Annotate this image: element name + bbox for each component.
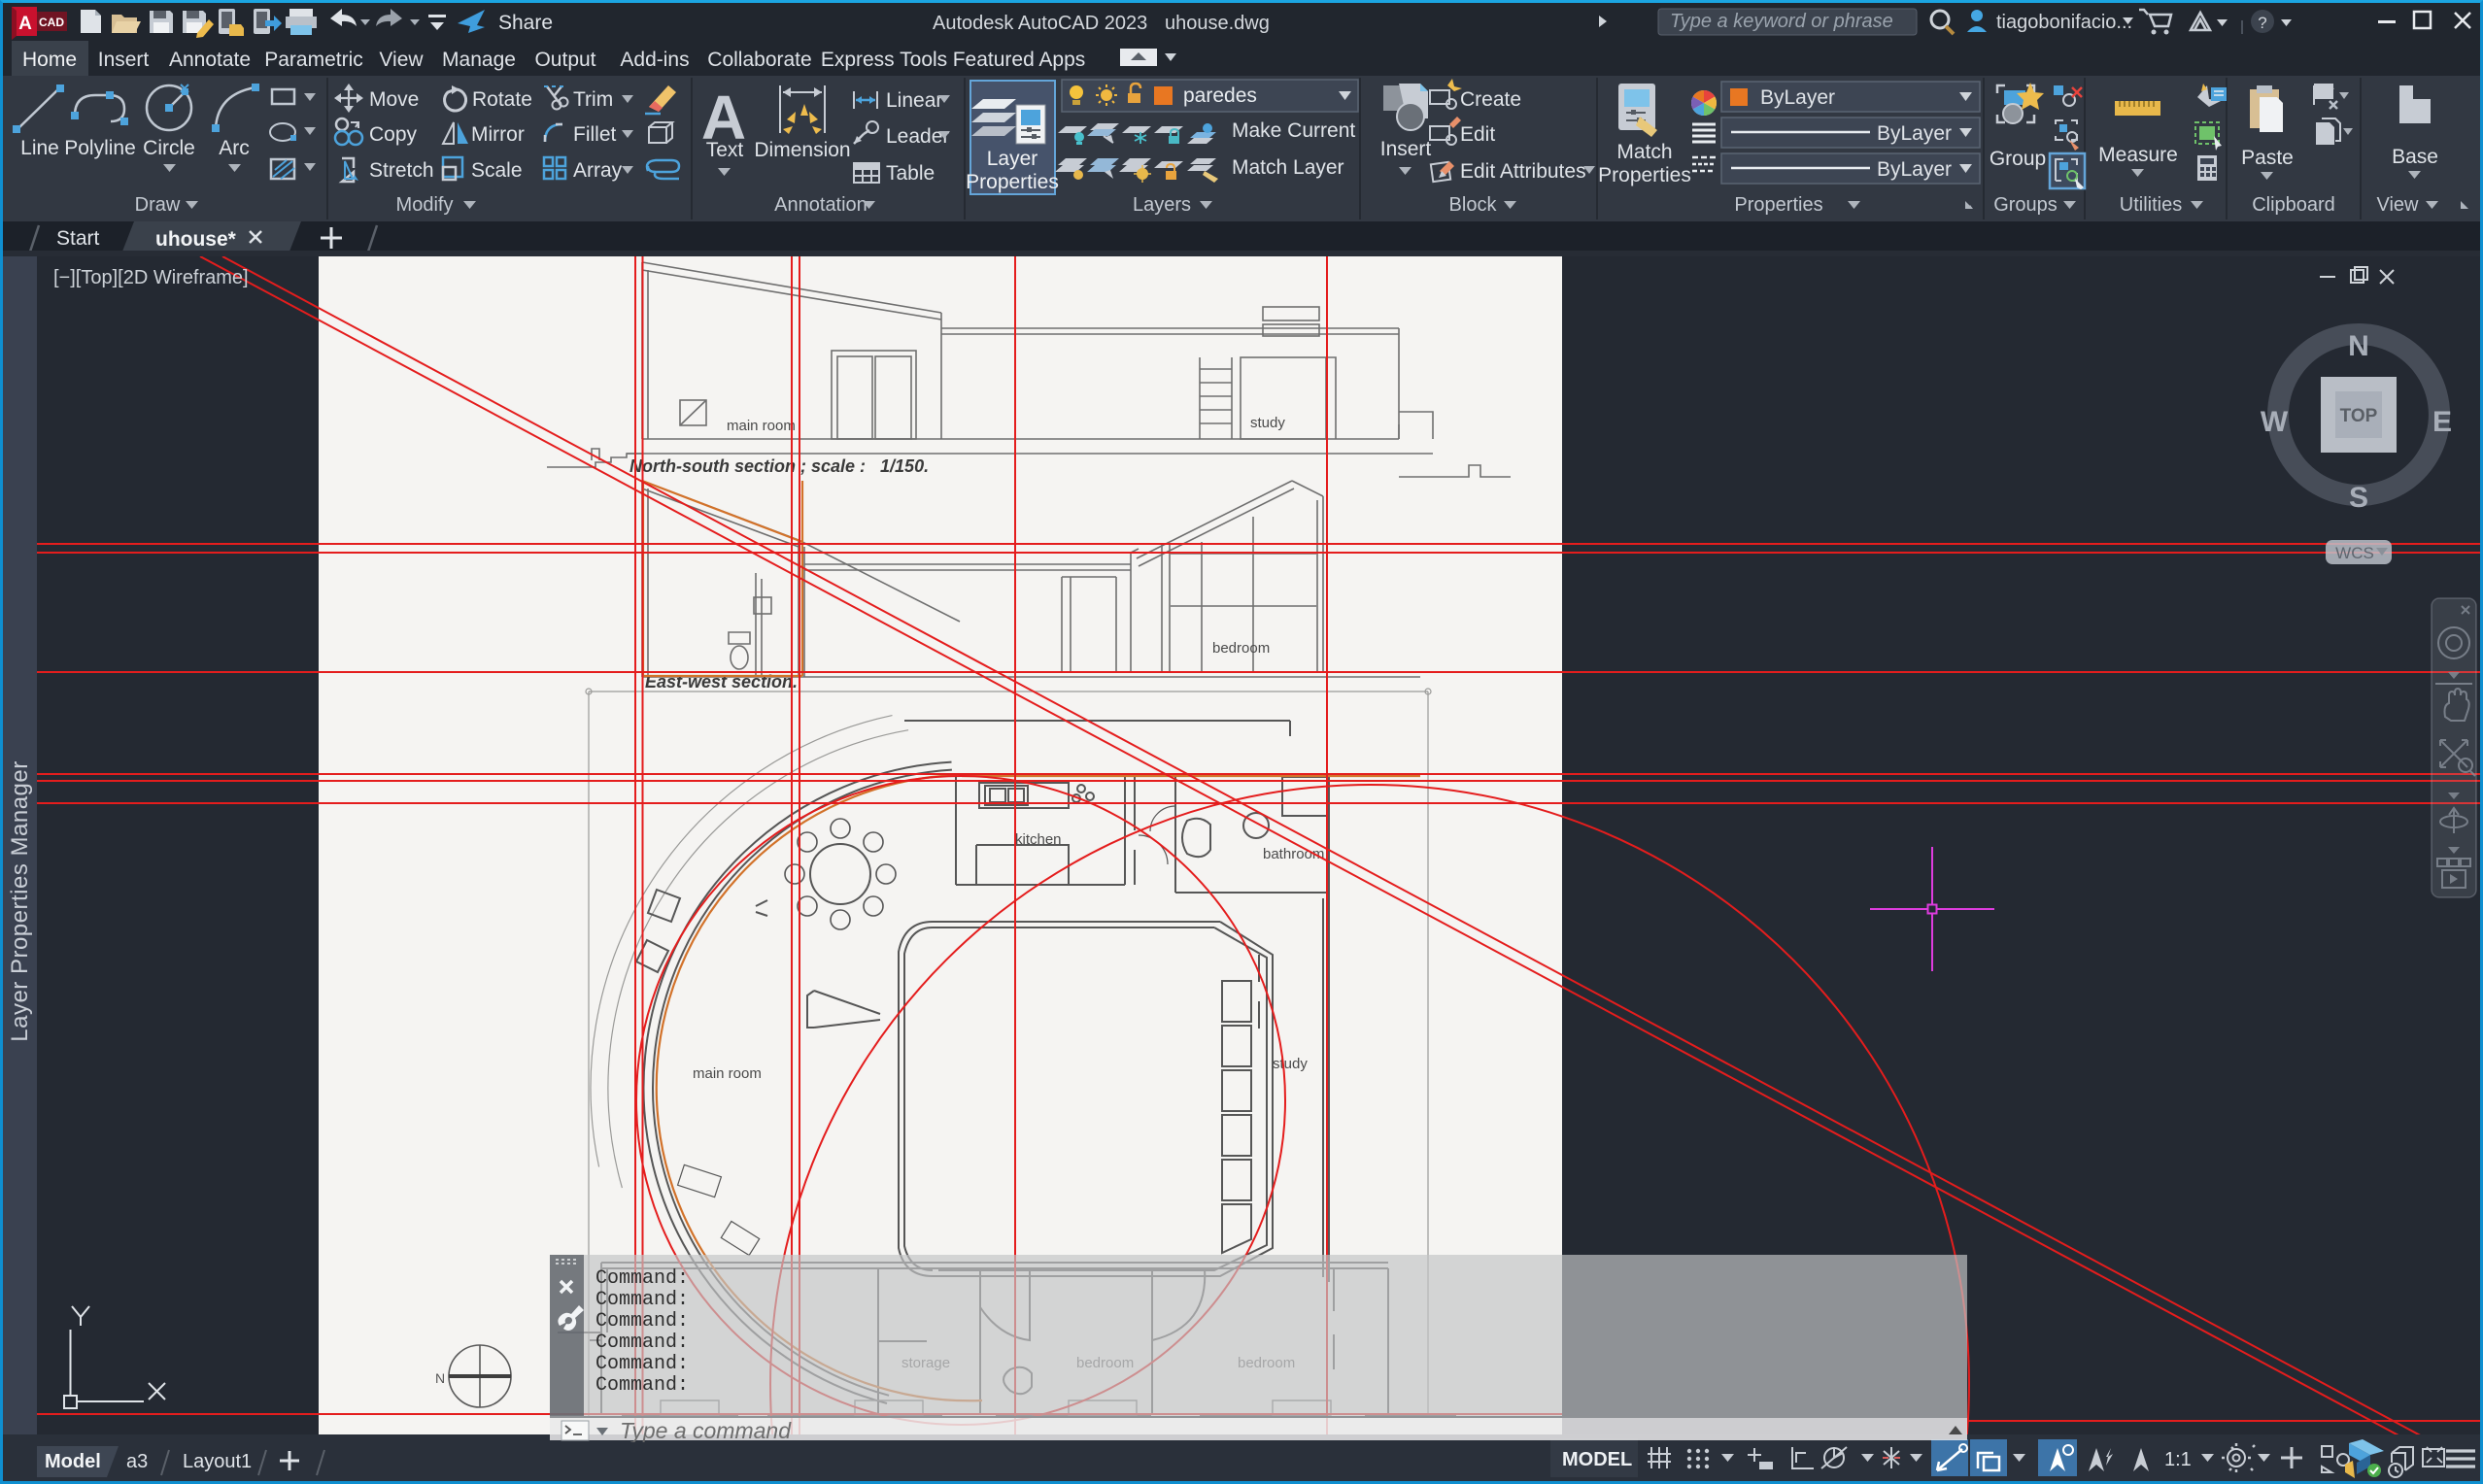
svg-text:Type a command: Type a command [620,1418,792,1442]
